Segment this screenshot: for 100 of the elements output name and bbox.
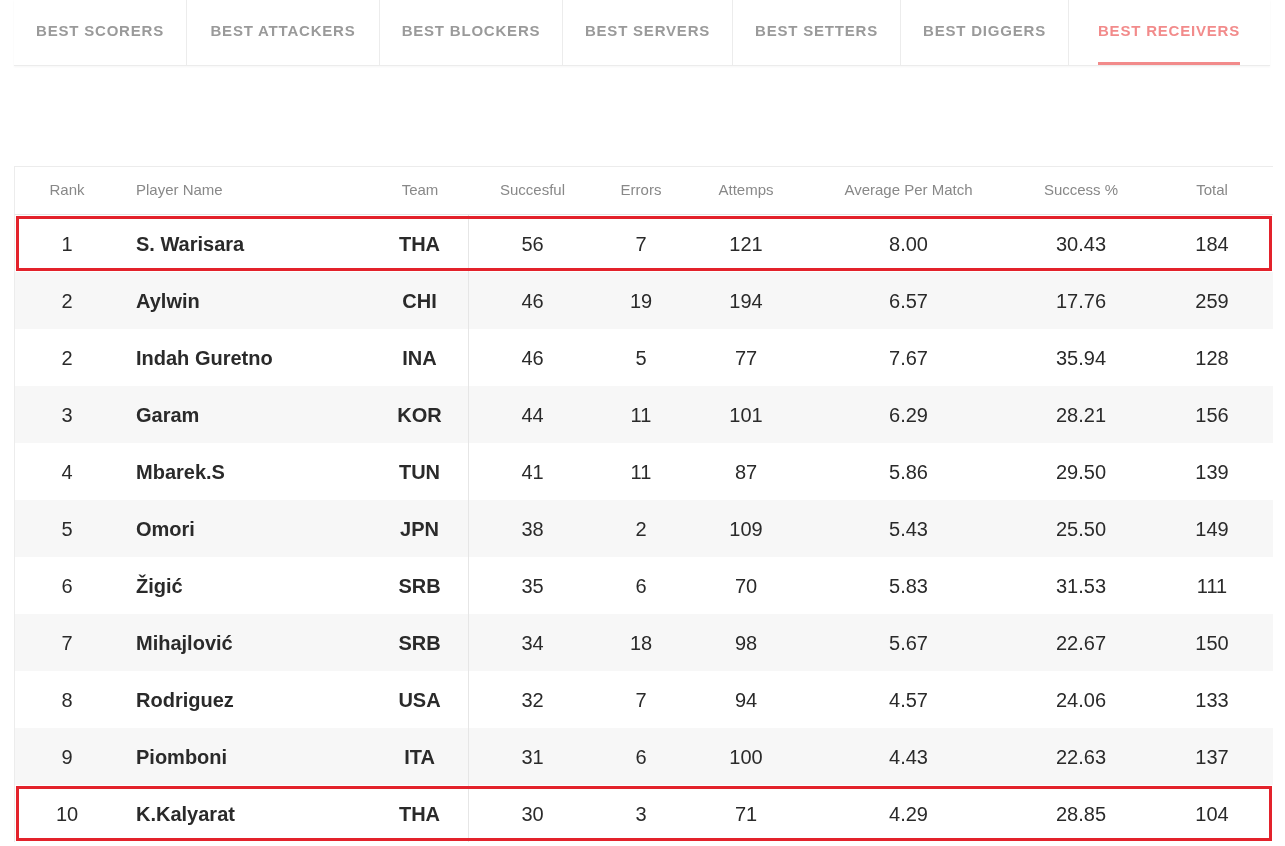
table-cell-text: 30 <box>520 801 545 827</box>
table-cell-text: 7 <box>60 630 74 656</box>
table-cell-text: 8.00 <box>888 231 929 257</box>
stat-tab[interactable]: BEST SERVERS <box>563 0 733 65</box>
table-cell-text: 71 <box>733 801 759 827</box>
table-cell-text: 104 <box>1194 801 1230 827</box>
player-name: Indah Guretno <box>135 345 274 371</box>
table-cell-text: 128 <box>1194 345 1230 371</box>
player-name: Omori <box>135 516 196 542</box>
column-header: Average Per Match <box>843 180 974 201</box>
player-name: Mihajlović <box>135 630 234 656</box>
stat-tab[interactable]: BEST RECEIVERS <box>1069 0 1269 65</box>
table-cell-text: 56 <box>520 231 545 257</box>
table-cell-text: 121 <box>728 231 764 257</box>
table-cell-text: 18 <box>628 630 654 656</box>
table-cell-text: 133 <box>1194 687 1230 713</box>
table-cell-text: 5 <box>634 345 648 371</box>
table-cell-text: 77 <box>733 345 759 371</box>
table-cell-text: 46 <box>520 345 545 371</box>
stat-tab[interactable]: BEST ATTACKERS <box>187 0 380 65</box>
table-cell-text: 2 <box>60 345 74 371</box>
table-cell-text: 5 <box>60 516 74 542</box>
column-header: Attemps <box>717 180 775 201</box>
player-name: Rodriguez <box>135 687 235 713</box>
column-header: Player Name <box>135 180 224 201</box>
table-cell-text: 194 <box>728 288 764 314</box>
table-cell-text: 44 <box>520 402 545 428</box>
player-name: Aylwin <box>135 288 201 314</box>
table-cell-text: 4.43 <box>888 744 929 770</box>
table-cell-text: 22.63 <box>1054 744 1108 770</box>
table-cell-text: 7 <box>634 687 648 713</box>
table-cell-text: 31.53 <box>1054 573 1108 599</box>
table-cell-text: 35 <box>520 573 545 599</box>
table-cell-text: 184 <box>1194 231 1230 257</box>
table-cell-text: 9 <box>60 744 74 770</box>
table-cell-text: 94 <box>733 687 759 713</box>
table-cell-text: 98 <box>733 630 759 656</box>
column-header: Errors <box>619 180 663 201</box>
table-cell-text: 10 <box>54 801 80 827</box>
table-cell-text: 3 <box>634 801 648 827</box>
table-cell-text: 70 <box>733 573 759 599</box>
table-cell-text: 17.76 <box>1054 288 1108 314</box>
player-name: Mbarek.S <box>135 459 226 485</box>
table-cell-text: 31 <box>520 744 545 770</box>
table-cell-text: 139 <box>1194 459 1230 485</box>
table-cell-text: 28.85 <box>1054 801 1108 827</box>
player-name: Žigić <box>135 573 184 599</box>
player-name: Garam <box>135 402 201 428</box>
stat-tab[interactable]: BEST BLOCKERS <box>380 0 563 65</box>
table-cell-text: 2 <box>634 516 648 542</box>
table-cell-text: 24.06 <box>1054 687 1108 713</box>
table-cell-text: 5.67 <box>888 630 929 656</box>
table-cell-text: 22.67 <box>1054 630 1108 656</box>
table-cell-text: 6.29 <box>888 402 929 428</box>
team-code: THA <box>371 785 469 842</box>
table-cell-text: 29.50 <box>1054 459 1108 485</box>
player-name: S. Warisara <box>135 231 246 257</box>
player-name: Piomboni <box>135 744 229 770</box>
column-header: Rank <box>48 180 86 201</box>
table-cell-text: 6.57 <box>888 288 929 314</box>
table-cell-text: 4.57 <box>888 687 929 713</box>
table-cell-text: 109 <box>728 516 764 542</box>
table-cell-text: 149 <box>1194 516 1230 542</box>
table-cell-text: 41 <box>520 459 545 485</box>
table-cell-text: 6 <box>60 573 74 599</box>
table-cell-text: 150 <box>1194 630 1230 656</box>
table-cell-text: 87 <box>733 459 759 485</box>
table-cell-text: 32 <box>520 687 545 713</box>
table-cell-text: 1 <box>60 231 74 257</box>
column-header: Total <box>1195 180 1229 201</box>
table-cell-text: 5.86 <box>888 459 929 485</box>
table-cell-text: 25.50 <box>1054 516 1108 542</box>
column-header: Team <box>400 180 440 201</box>
table-cell-text: 35.94 <box>1054 345 1108 371</box>
table-cell-text: 38 <box>520 516 545 542</box>
table-cell-text: 7 <box>634 231 648 257</box>
table-cell-text: 137 <box>1194 744 1230 770</box>
table-cell-text: 5.83 <box>888 573 929 599</box>
table-cell-text: 11 <box>629 402 653 428</box>
table-cell-text: 100 <box>728 744 764 770</box>
stat-tab[interactable]: BEST DIGGERS <box>901 0 1069 65</box>
table-cell-text: 259 <box>1194 288 1230 314</box>
table-cell-text: 7.67 <box>888 345 929 371</box>
stat-tab[interactable]: BEST SETTERS <box>733 0 901 65</box>
player-name: K.Kalyarat <box>135 801 236 827</box>
table-cell-text: 3 <box>60 402 74 428</box>
table-cell-text: 101 <box>728 402 764 428</box>
table-cell-text: 30.43 <box>1054 231 1108 257</box>
stat-tab[interactable]: BEST SCORERS <box>14 0 187 65</box>
table-cell-text: 156 <box>1194 402 1230 428</box>
table-cell-text: 6 <box>634 573 648 599</box>
table-cell-text: 6 <box>634 744 648 770</box>
table-cell-text: 34 <box>520 630 545 656</box>
table-cell-text: 4.29 <box>888 801 929 827</box>
table-cell-text: 111 <box>1195 573 1229 599</box>
table-cell-text: 11 <box>629 459 653 485</box>
table-cell-text: 46 <box>520 288 545 314</box>
table-cell-text: 5.43 <box>888 516 929 542</box>
table-cell-text: 28.21 <box>1054 402 1108 428</box>
column-header: Success % <box>1042 180 1120 201</box>
